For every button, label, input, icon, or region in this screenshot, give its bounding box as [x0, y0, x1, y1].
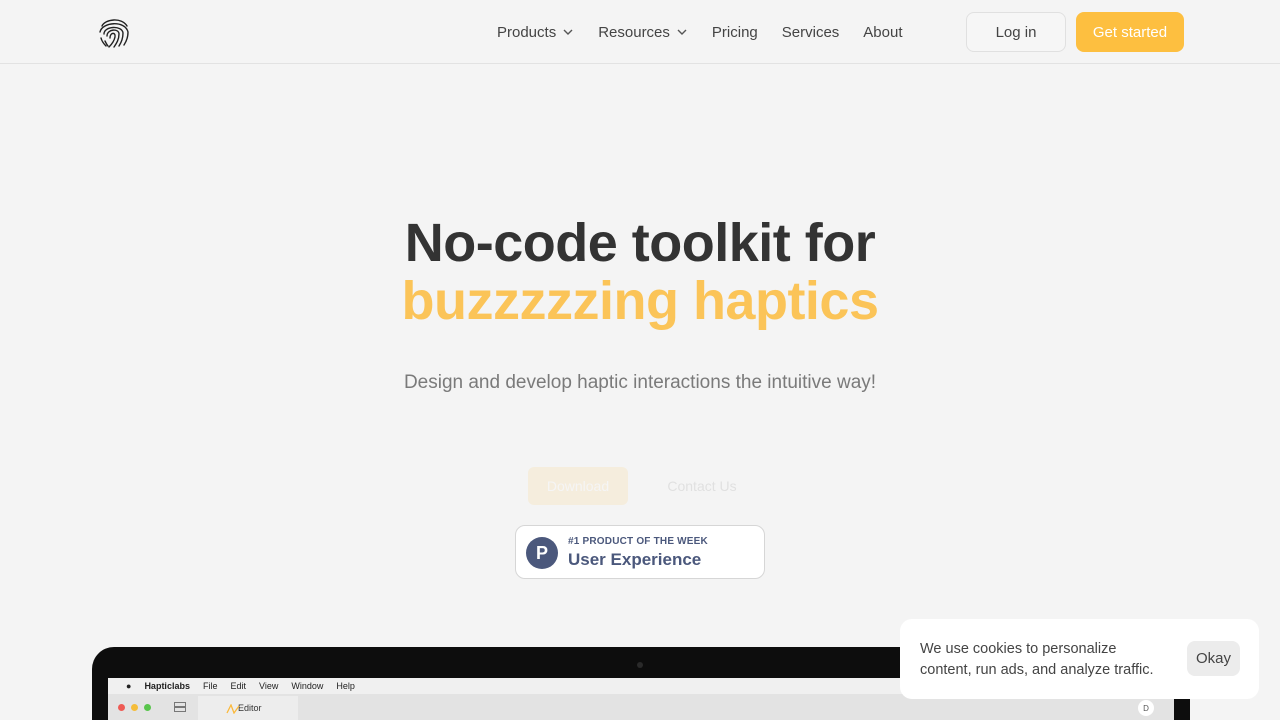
badge-main-text: User Experience	[568, 550, 702, 569]
user-avatar: D	[1138, 700, 1154, 716]
waveform-icon	[226, 704, 240, 714]
fingerprint-icon[interactable]	[96, 14, 132, 50]
menu-view: View	[258, 681, 279, 691]
nav-resources[interactable]: Resources	[598, 24, 688, 41]
download-button[interactable]: Download	[528, 467, 628, 505]
nav-products-label: Products	[497, 23, 557, 41]
menu-file: File	[202, 681, 218, 691]
menu-app-name: Hapticlabs	[144, 681, 190, 691]
cookie-banner: We use cookies to personalize content, r…	[900, 619, 1259, 699]
hero-title-highlight: buzzzzzing haptics	[401, 271, 880, 331]
nav-services[interactable]: Services	[782, 24, 840, 41]
product-hunt-badge[interactable]: P #1 PRODUCT OF THE WEEK User Experience	[515, 525, 765, 579]
nav-pricing[interactable]: Pricing	[712, 24, 758, 41]
menu-window: Window	[291, 681, 324, 691]
window-maximize-dot	[144, 704, 151, 711]
cookie-message: We use cookies to personalize content, r…	[920, 641, 1154, 678]
sidebar-icon	[174, 702, 186, 712]
hero-subtitle: Design and develop haptic interactions t…	[403, 372, 877, 393]
site-header: Products Resources Pricing Services Abou…	[0, 0, 1280, 64]
tab-editor: Editor	[198, 696, 298, 720]
menu-edit: Edit	[230, 681, 246, 691]
login-button[interactable]: Log in	[966, 12, 1066, 52]
menu-help: Help	[336, 681, 355, 691]
chevron-down-icon	[563, 29, 573, 35]
window-close-dot	[118, 704, 125, 711]
apple-icon: ●	[126, 681, 132, 691]
tab-editor-label: Editor	[238, 703, 262, 713]
cookie-okay-button[interactable]: Okay	[1187, 641, 1240, 676]
nav-resources-label: Resources	[598, 23, 670, 41]
camera-dot	[637, 662, 643, 668]
badge-top-text: #1 PRODUCT OF THE WEEK	[568, 536, 708, 547]
nav-about[interactable]: About	[863, 24, 902, 41]
hero-title: No-code toolkit for	[404, 213, 876, 273]
nav-products[interactable]: Products	[497, 24, 574, 41]
hero-actions: Download Contact Us	[528, 467, 752, 505]
product-hunt-icon: P	[526, 537, 558, 569]
main-nav: Products Resources Pricing Services Abou…	[497, 0, 903, 64]
get-started-button[interactable]: Get started	[1076, 12, 1184, 52]
contact-button[interactable]: Contact Us	[652, 467, 752, 505]
window-minimize-dot	[131, 704, 138, 711]
chevron-down-icon	[677, 29, 687, 35]
